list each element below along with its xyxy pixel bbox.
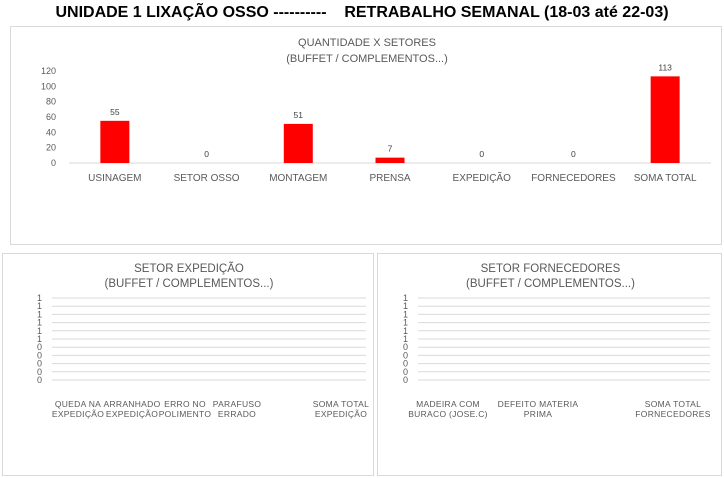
category-label: BURACO (JOSE.C) bbox=[408, 409, 488, 419]
chart-setor-fornecedores-svg: SETOR FORNECEDORES (BUFFET / COMPLEMENTOS… bbox=[403, 263, 710, 419]
category-label: MONTAGEM bbox=[269, 173, 327, 184]
bar bbox=[100, 120, 130, 163]
data-label: 55 bbox=[110, 107, 120, 117]
category-label: EXPEDIÇÃO bbox=[453, 171, 512, 184]
data-label: 113 bbox=[658, 62, 672, 72]
chart-setor-fornecedores: SETOR FORNECEDORES (BUFFET / COMPLEMENTOS… bbox=[377, 253, 722, 476]
category-label: QUEDA NA bbox=[55, 399, 101, 409]
data-label: 51 bbox=[294, 110, 304, 120]
category-label: POLIMENTO bbox=[159, 409, 212, 419]
chart-title: SETOR EXPEDIÇÃO bbox=[134, 262, 244, 275]
data-label: 0 bbox=[571, 149, 576, 159]
category-label: ARRANHADO bbox=[103, 399, 160, 409]
chart-title: QUANTIDADE X SETORES bbox=[298, 37, 436, 49]
bar bbox=[650, 76, 680, 163]
y-tick-label: 80 bbox=[46, 97, 56, 107]
page-title: UNIDADE 1 LIXAÇÃO OSSO ---------- RETRAB… bbox=[55, 4, 669, 21]
category-label: DEFEITO MATERIA bbox=[498, 399, 579, 409]
category-label: EXPEDIÇÃO bbox=[106, 409, 158, 419]
y-tick-label: 1 bbox=[37, 293, 42, 303]
chart-subtitle: (BUFFET / COMPLEMENTOS...) bbox=[105, 278, 274, 290]
category-label: MADEIRA COM bbox=[416, 399, 480, 409]
data-label: 7 bbox=[388, 144, 393, 154]
y-tick-label: 0 bbox=[51, 158, 56, 168]
data-label: 0 bbox=[204, 149, 209, 159]
y-tick-label: 40 bbox=[46, 127, 56, 137]
chart-title: SETOR FORNECEDORES bbox=[481, 263, 621, 275]
category-label: ERRO NO bbox=[164, 399, 206, 409]
chart-quantidade-setores-svg: QUANTIDADE X SETORES (BUFFET / COMPLEMENT… bbox=[41, 37, 711, 184]
category-label: EXPEDIÇÃO bbox=[52, 409, 104, 419]
y-tick-label: 100 bbox=[41, 81, 56, 91]
y-tick-label: 1 bbox=[403, 293, 408, 303]
category-label: ERRADO bbox=[218, 409, 256, 419]
bar bbox=[375, 157, 405, 163]
y-tick-label: 120 bbox=[41, 66, 56, 76]
y-tick-label: 60 bbox=[46, 112, 56, 122]
data-label: 0 bbox=[479, 149, 484, 159]
chart-subtitle: (BUFFET / COMPLEMENTOS...) bbox=[466, 278, 635, 290]
category-label: SETOR OSSO bbox=[174, 173, 240, 184]
category-label: SOMA TOTAL bbox=[634, 173, 697, 184]
chart-setor-expedicao-svg: SETOR EXPEDIÇÃO (BUFFET / COMPLEMENTOS...… bbox=[37, 262, 369, 419]
category-label: SOMA TOTAL bbox=[645, 399, 701, 409]
category-label: EXPEDIÇÃO bbox=[315, 409, 367, 419]
category-label: FORNECEDORES bbox=[635, 409, 710, 419]
chart-quantidade-setores: QUANTIDADE X SETORES (BUFFET / COMPLEMENT… bbox=[10, 26, 722, 245]
category-label: PARAFUSO bbox=[213, 399, 262, 409]
chart-setor-expedicao: SETOR EXPEDIÇÃO (BUFFET / COMPLEMENTOS...… bbox=[2, 253, 374, 476]
category-label: SOMA TOTAL bbox=[313, 399, 369, 409]
bar bbox=[283, 123, 313, 163]
y-tick-label: 20 bbox=[46, 143, 56, 153]
category-label: PRENSA bbox=[369, 173, 410, 184]
chart-subtitle: (BUFFET / COMPLEMENTOS...) bbox=[286, 53, 448, 65]
category-label: PRIMA bbox=[524, 409, 552, 419]
category-label: FORNECEDORES bbox=[531, 173, 616, 184]
category-label: USINAGEM bbox=[88, 173, 141, 184]
